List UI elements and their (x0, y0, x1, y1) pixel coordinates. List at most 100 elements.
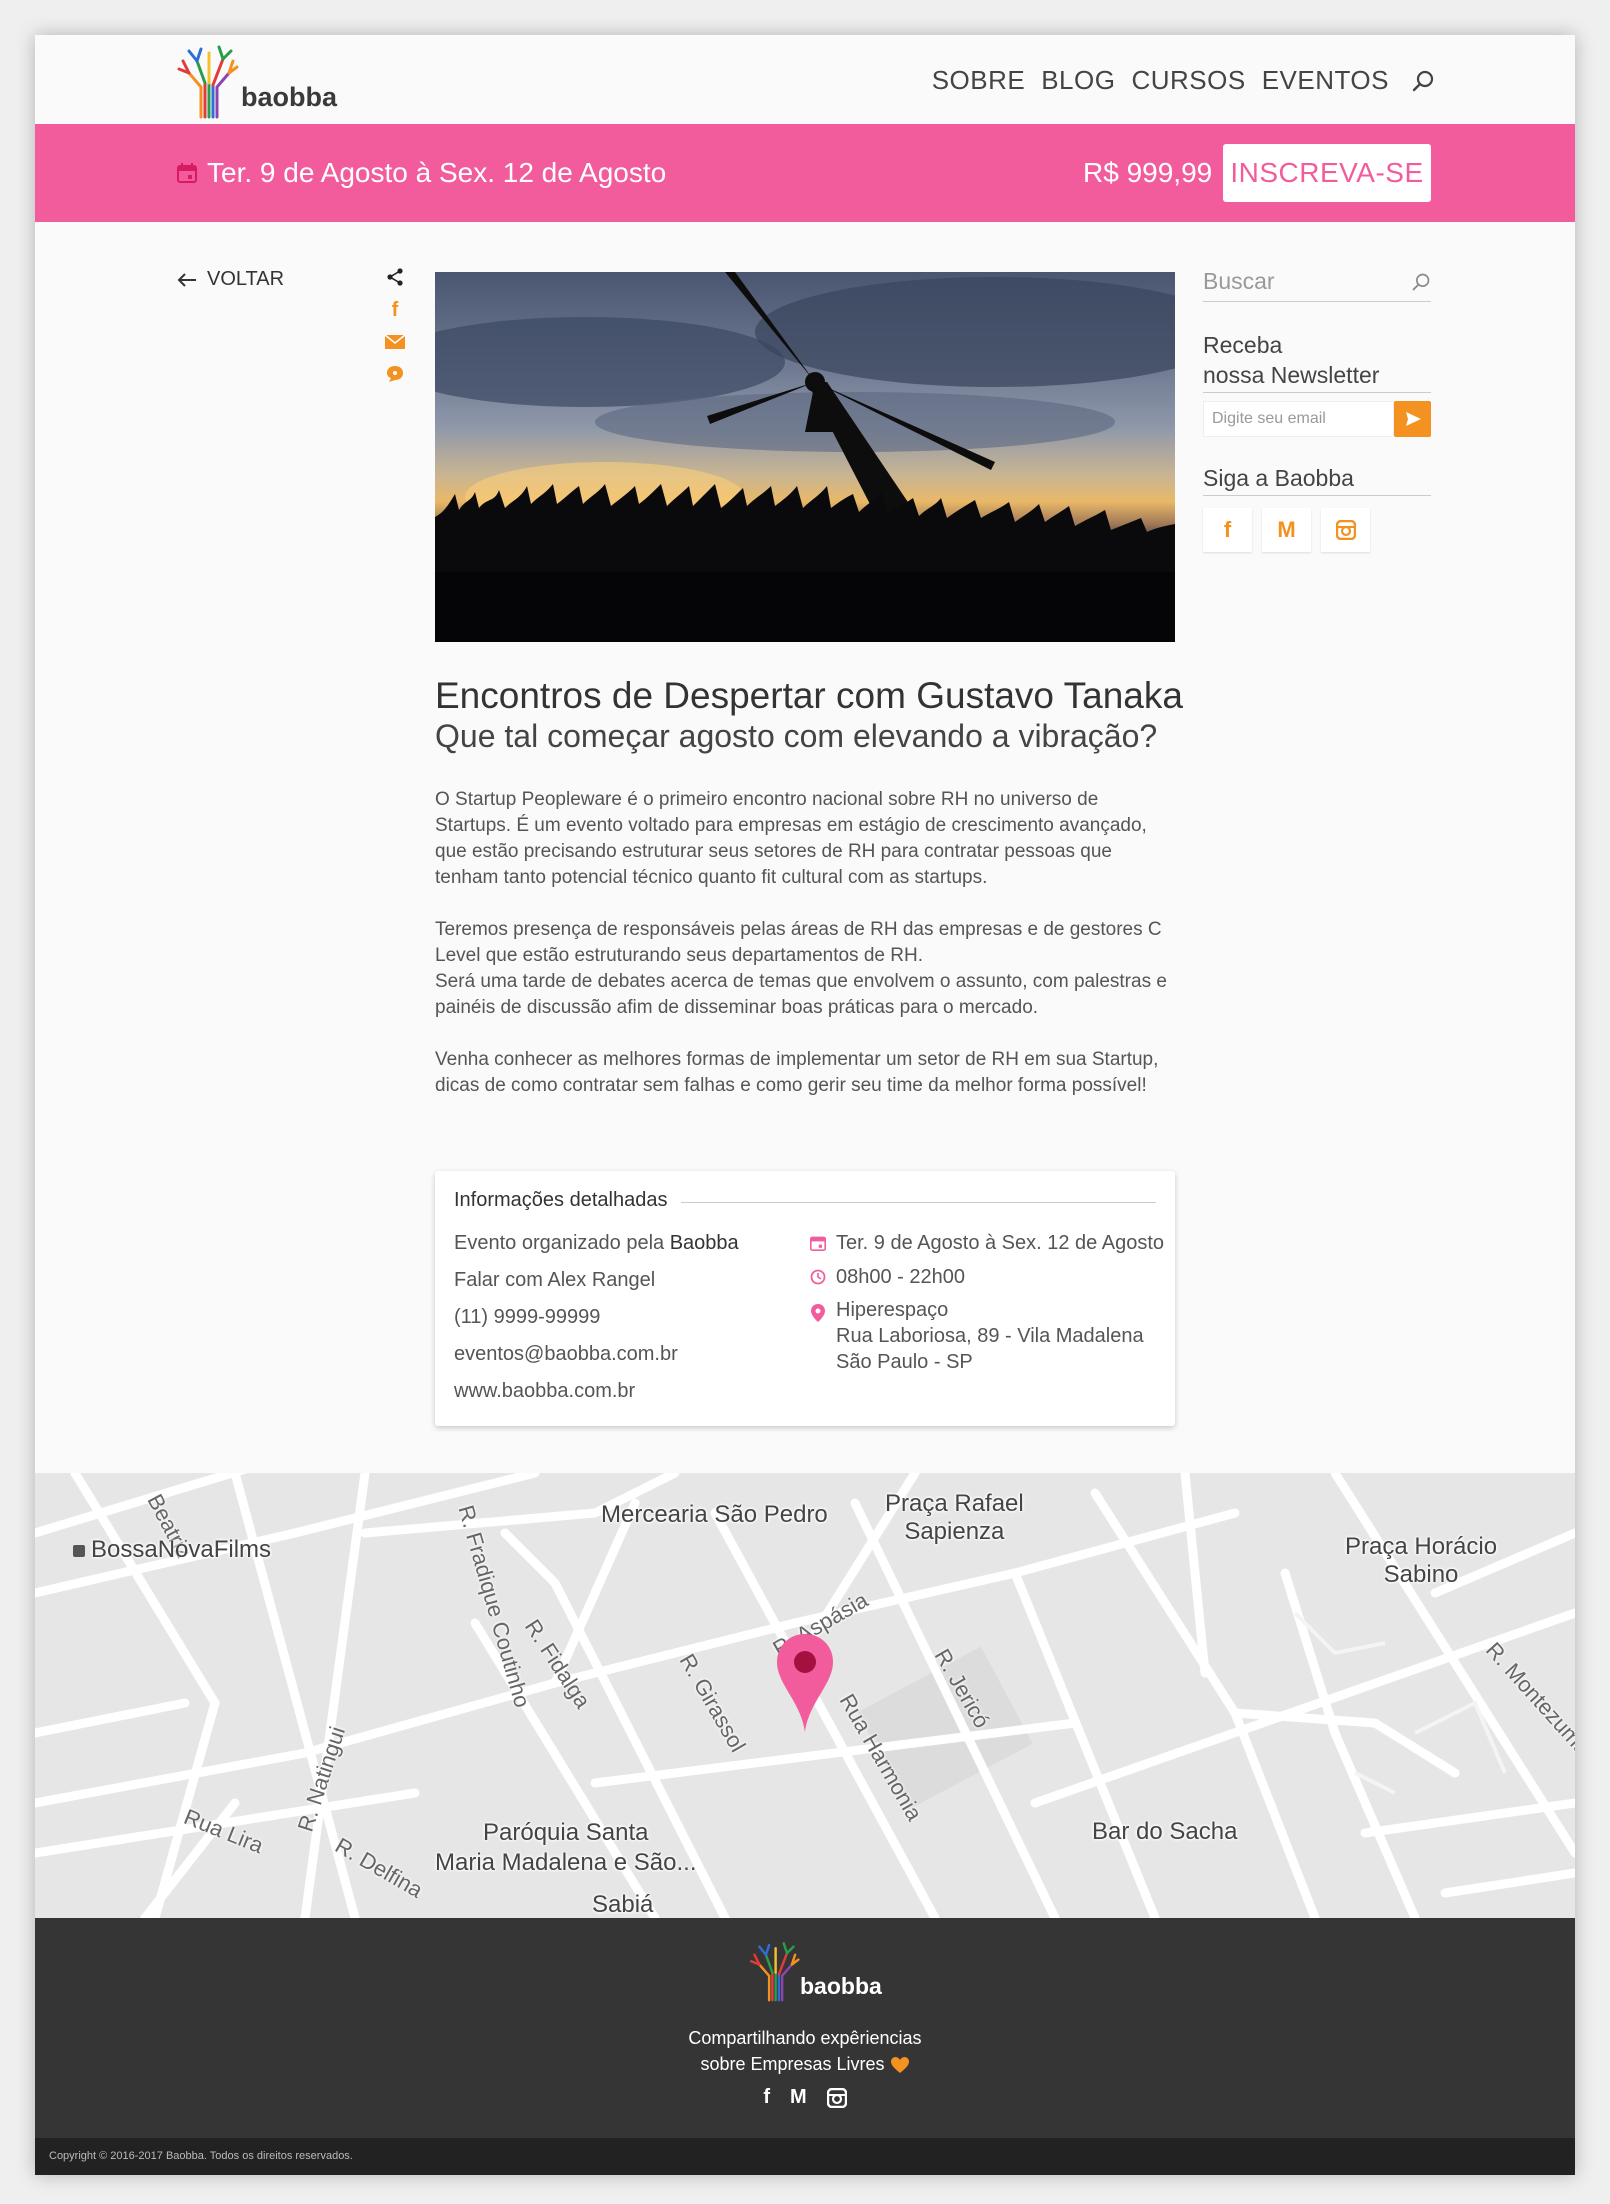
tagline-line-1: Compartilhando expêriencias (688, 2028, 922, 2048)
footer: baobba Compartilhando expêriencias sobre… (35, 1918, 1575, 2138)
instagram-glyph (1335, 520, 1356, 540)
medium-icon[interactable]: M (1262, 508, 1311, 552)
facebook-icon[interactable]: f (1203, 508, 1252, 552)
email-icon[interactable] (384, 334, 406, 350)
footer-social: f M (35, 2086, 1575, 2109)
event-info-card: Informações detalhadas Evento organizado… (435, 1171, 1175, 1426)
place-name: BossaNovaFilms (91, 1536, 272, 1563)
organizer-line: Evento organizado pela Baobba (454, 1232, 739, 1269)
location-pin-icon (811, 1304, 825, 1322)
info-location-row: Hiperespaço Rua Laboriosa, 89 - Vila Mad… (810, 1297, 1164, 1375)
event-logistics: Ter. 9 de Agosto à Sex. 12 de Agosto 08h… (810, 1232, 1164, 1386)
newsletter-form: Digite seu email (1203, 401, 1431, 437)
newsletter-line-1: Receba (1203, 332, 1283, 358)
info-heading-text: Informações detalhadas (454, 1189, 668, 1211)
sidebar-search-input[interactable]: Buscar (1203, 268, 1431, 302)
clock-icon (810, 1269, 826, 1285)
map-place-sabia[interactable]: Sabiá (592, 1891, 653, 1918)
tagline-line-2-row: sobre Empresas Livres (35, 2051, 1575, 2077)
event-hero-image (435, 272, 1175, 642)
address-line: Rua Laboriosa, 89 - Vila Madalena (836, 1325, 1144, 1347)
divider (681, 1202, 1156, 1203)
calendar-icon (177, 163, 197, 183)
back-link[interactable]: VOLTAR (177, 268, 284, 291)
facebook-icon[interactable]: f (763, 2086, 770, 2109)
page: baobba SOBRE BLOG CURSOS EVENTOS Ter. 9 … (35, 35, 1575, 2175)
instagram-icon[interactable] (826, 2088, 847, 2108)
email-field[interactable]: Digite seu email (1203, 401, 1394, 437)
place-name: Sabino (1383, 1561, 1459, 1588)
wind-turbine-crowd-image (435, 272, 1175, 642)
nav-eventos[interactable]: EVENTOS (1262, 65, 1389, 96)
copyright: Copyright © 2016-2017 Baobba. Todos os d… (35, 2138, 1575, 2175)
instagram-icon[interactable] (1321, 508, 1370, 552)
nav-cursos[interactable]: CURSOS (1131, 65, 1245, 96)
tagline-line-2: sobre Empresas Livres (700, 2054, 885, 2074)
place-name: Sapienza (904, 1518, 1005, 1545)
contact-phone[interactable]: (11) 9999-99999 (454, 1306, 739, 1343)
description-paragraph: Venha conhecer as melhores formas de imp… (435, 1049, 1159, 1096)
map-place-praca-rafael[interactable]: Praça Rafael Sapienza (885, 1490, 1024, 1546)
map-place-bossanova[interactable]: BossaNovaFilms (73, 1536, 271, 1564)
header: baobba SOBRE BLOG CURSOS EVENTOS (35, 35, 1575, 124)
info-time-row: 08h00 - 22h00 (810, 1266, 1164, 1289)
search-icon[interactable] (1411, 69, 1435, 93)
nav-sobre[interactable]: SOBRE (932, 65, 1026, 96)
event-description: O Startup Peopleware é o primeiro encont… (435, 787, 1175, 1125)
back-label: VOLTAR (207, 268, 285, 290)
brand-logo[interactable]: baobba (175, 43, 337, 119)
newsletter-heading: Receba nossa Newsletter (1203, 330, 1431, 393)
map-place-paroquia[interactable]: Paróquia Santa Maria Madalena e São... (435, 1818, 696, 1878)
nav-blog[interactable]: BLOG (1041, 65, 1115, 96)
map-pin-icon[interactable] (775, 1632, 835, 1732)
brand-name: baobba (800, 1973, 882, 1999)
footer-tagline: Compartilhando expêriencias sobre Empres… (35, 2025, 1575, 2077)
info-date-row: Ter. 9 de Agosto à Sex. 12 de Agosto (810, 1232, 1164, 1255)
heart-icon (890, 2057, 909, 2074)
event-price: R$ 999,99 (1083, 157, 1213, 188)
subscribe-button[interactable]: INSCREVA-SE (1223, 144, 1431, 202)
contact-site[interactable]: www.baobba.com.br (454, 1380, 739, 1417)
calendar-icon (810, 1236, 826, 1251)
comment-icon[interactable] (385, 364, 405, 384)
description-paragraph: Teremos presença de responsáveis pelas á… (435, 917, 1175, 1021)
search-icon[interactable] (1411, 272, 1431, 292)
map-place-mercearia[interactable]: Mercearia São Pedro (601, 1501, 828, 1529)
event-date: Ter. 9 de Agosto à Sex. 12 de Agosto (177, 157, 666, 189)
footer-logo[interactable]: baobba (748, 1940, 882, 2002)
info-date: Ter. 9 de Agosto à Sex. 12 de Agosto (836, 1232, 1165, 1254)
share-bar: f (383, 268, 407, 384)
place-name: Praça Horácio (1345, 1533, 1498, 1560)
follow-title: Siga a Baobba (1203, 465, 1354, 491)
facebook-icon[interactable]: f (392, 300, 399, 320)
brand-name: baobba (241, 82, 338, 112)
newsletter-submit-button[interactable] (1394, 401, 1431, 437)
info-heading: Informações detalhadas (454, 1189, 1156, 1212)
map-place-praca-horacio[interactable]: Praça Horácio Sabino (1345, 1533, 1497, 1589)
tree-logo-icon (750, 1942, 800, 2002)
place-name: Maria Madalena e São... (435, 1849, 697, 1876)
newsletter-line-2: nossa Newsletter (1203, 362, 1380, 388)
event-date-text: Ter. 9 de Agosto à Sex. 12 de Agosto (207, 157, 667, 188)
place-name: Paróquia Santa (483, 1819, 649, 1846)
organizer-name[interactable]: Baobba (670, 1232, 739, 1254)
tree-logo-icon (177, 45, 239, 119)
event-subtitle: Que tal começar agosto com elevando a vi… (435, 718, 1158, 754)
venue-name: Hiperespaço (836, 1299, 949, 1321)
medium-icon[interactable]: M (790, 2086, 807, 2109)
map-place-bar[interactable]: Bar do Sacha (1092, 1818, 1237, 1846)
event-title: Encontros de Despertar com Gustavo Tanak… (435, 675, 1183, 716)
share-icon[interactable] (386, 268, 404, 286)
info-address: Hiperespaço Rua Laboriosa, 89 - Vila Mad… (836, 1297, 1144, 1375)
follow-heading: Siga a Baobba (1203, 463, 1431, 496)
place-name: Praça Rafael (885, 1490, 1024, 1517)
contact-email[interactable]: eventos@baobba.com.br (454, 1343, 739, 1380)
event-bar: Ter. 9 de Agosto à Sex. 12 de Agosto R$ … (35, 124, 1575, 222)
main-nav: SOBRE BLOG CURSOS EVENTOS (932, 65, 1435, 96)
social-links: f M (1203, 508, 1431, 552)
contact-person: Falar com Alex Rangel (454, 1269, 656, 1291)
description-sentence: Será uma tarde de debates acerca de tema… (435, 971, 1167, 1018)
organizer-prefix: Evento organizado pela (454, 1232, 665, 1254)
organizer-info: Evento organizado pela Baobba Falar com … (454, 1232, 739, 1417)
search-placeholder: Buscar (1203, 268, 1275, 294)
